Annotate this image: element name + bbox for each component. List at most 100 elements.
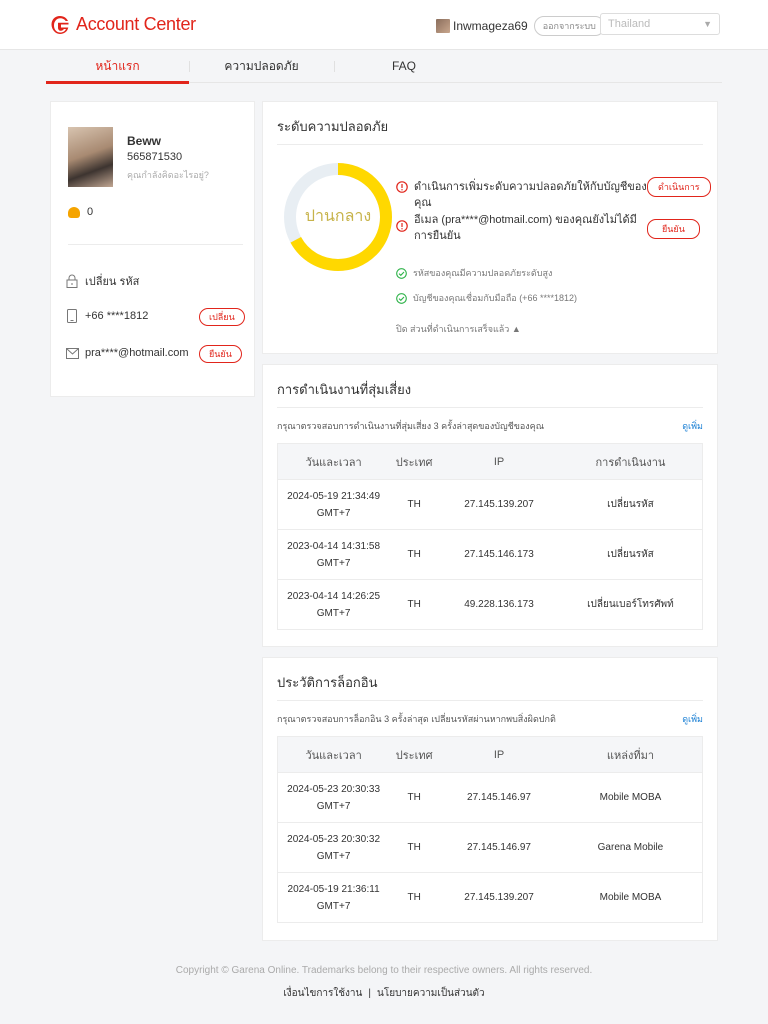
completed-item: บัญชีของคุณเชื่อมกับมือถือ (+66 ****1812… xyxy=(396,291,577,305)
region-select[interactable]: Thailand ▼ xyxy=(600,13,720,35)
cell-timezone: GMT+7 xyxy=(316,507,351,519)
cell-action: เปลี่ยนรหัส xyxy=(558,479,703,530)
risky-operations-subtitle: กรุณาตรวจสอบการดำเนินงานที่สุ่มเสี่ยง 3 … xyxy=(277,421,545,431)
cell-date: 2024-05-23 20:30:32 xyxy=(287,833,381,845)
terms-link[interactable]: เงื่อนไขการใช้งาน xyxy=(283,988,362,999)
login-history-card: ประวัติการล็อกอิน กรุณาตรวจสอบการล็อกอิน… xyxy=(262,657,718,941)
lock-icon xyxy=(65,274,79,288)
login-history-more-link[interactable]: ดูเพิ่ม xyxy=(682,712,703,726)
shells-count: 0 xyxy=(87,206,94,218)
proceed-button[interactable]: ดำเนินการ xyxy=(647,177,711,197)
cell-date: 2024-05-23 20:30:33 xyxy=(287,783,381,795)
cell-date: 2023-04-14 14:26:25 xyxy=(287,590,381,602)
cell-country: TH xyxy=(389,479,440,530)
table-row: 2024-05-23 20:30:33 GMT+7 TH 27.145.146.9… xyxy=(277,772,703,823)
change-phone-button[interactable]: เปลี่ยน xyxy=(199,308,245,326)
completed-item: รหัสของคุณมีความปลอดภัยระดับสูง xyxy=(396,266,552,280)
verify-button[interactable]: ยืนยัน xyxy=(647,219,700,239)
phone-icon xyxy=(65,309,79,323)
cell-country: TH xyxy=(389,822,440,873)
brand-logo[interactable]: Account Center xyxy=(50,14,196,35)
cell-action: เปลี่ยนเบอร์โทรศัพท์ xyxy=(558,579,703,630)
footer-separator: | xyxy=(368,988,371,999)
user-avatar[interactable] xyxy=(436,19,450,33)
tab-security[interactable]: ความปลอดภัย xyxy=(189,50,334,83)
profile-status-prompt[interactable]: คุณกำลังคิดอะไรอยู่? xyxy=(127,168,209,182)
cell-timezone: GMT+7 xyxy=(316,800,351,812)
cell-datetime: 2024-05-23 20:30:32 GMT+7 xyxy=(277,822,390,873)
change-password-link[interactable]: เปลี่ยน รหัส xyxy=(65,272,139,290)
cell-country: TH xyxy=(389,872,440,923)
cell-source: Mobile MOBA xyxy=(558,872,703,923)
risky-operations-table: วันและเวลา ประเทศ IP การดำเนินงาน 2024-0… xyxy=(277,443,703,630)
verify-email-button[interactable]: ยืนยัน xyxy=(199,345,242,363)
login-history-table: วันและเวลา ประเทศ IP แหล่งที่มา 2024-05-… xyxy=(277,736,703,923)
column-header: การดำเนินงาน xyxy=(558,443,703,480)
garena-logo-icon xyxy=(51,15,69,34)
cell-date: 2024-05-19 21:34:49 xyxy=(287,490,381,502)
shell-icon xyxy=(68,206,80,218)
warning-item: อีเมล (pra****@hotmail.com) ของคุณยังไม่… xyxy=(396,212,640,244)
cell-datetime: 2024-05-23 20:30:33 GMT+7 xyxy=(277,772,390,823)
card-divider xyxy=(277,144,703,145)
cell-country: TH xyxy=(389,579,440,630)
warning-icon xyxy=(396,181,408,193)
cell-timezone: GMT+7 xyxy=(316,607,351,619)
table-row: 2024-05-19 21:34:49 GMT+7 TH 27.145.139.2… xyxy=(277,479,703,530)
cell-timezone: GMT+7 xyxy=(316,900,351,912)
table-row: 2023-04-14 14:26:25 GMT+7 TH 49.228.136.1… xyxy=(277,579,703,630)
warning-text: อีเมล (pra****@hotmail.com) ของคุณยังไม่… xyxy=(414,214,637,242)
cell-timezone: GMT+7 xyxy=(316,557,351,569)
completed-text: รหัสของคุณมีความปลอดภัยระดับสูง xyxy=(413,268,553,278)
cell-country: TH xyxy=(389,772,440,823)
region-value: Thailand xyxy=(608,18,651,30)
card-divider xyxy=(277,407,703,408)
phone-number: +66 ****1812 xyxy=(85,310,149,322)
profile-avatar[interactable] xyxy=(68,127,113,187)
column-header: IP xyxy=(439,443,559,480)
cell-datetime: 2023-04-14 14:31:58 GMT+7 xyxy=(277,529,390,580)
column-header: วันและเวลา xyxy=(277,443,390,480)
cell-source: Mobile MOBA xyxy=(558,772,703,823)
cell-date: 2023-04-14 14:31:58 xyxy=(287,540,381,552)
cell-country: TH xyxy=(389,529,440,580)
cell-datetime: 2023-04-14 14:26:25 GMT+7 xyxy=(277,579,390,630)
table-header-row: วันและเวลา ประเทศ IP แหล่งที่มา xyxy=(277,736,703,773)
check-circle-icon xyxy=(396,292,407,304)
collapse-completed-toggle[interactable]: ปิด ส่วนที่ดำเนินการเสร็จแล้ว ▲ xyxy=(396,322,521,336)
top-header: Account Center Inwmageza69 ออกจากระบบ Th… xyxy=(0,0,768,50)
cell-datetime: 2024-05-19 21:34:49 GMT+7 xyxy=(277,479,390,530)
email-address: pra****@hotmail.com xyxy=(85,347,189,359)
cell-ip: 27.145.146.97 xyxy=(439,772,559,823)
tab-faq[interactable]: FAQ xyxy=(334,50,474,83)
login-history-subtitle: กรุณาตรวจสอบการล็อกอิน 3 ครั้งล่าสุด เปล… xyxy=(277,714,556,724)
cell-ip: 27.145.139.207 xyxy=(439,872,559,923)
cell-ip: 27.145.139.207 xyxy=(439,479,559,530)
cell-source: Garena Mobile xyxy=(558,822,703,873)
username[interactable]: Inwmageza69 xyxy=(453,19,528,33)
cell-ip: 49.228.136.173 xyxy=(439,579,559,630)
cell-action: เปลี่ยนรหัส xyxy=(558,529,703,580)
risky-operations-title: การดำเนินงานที่สุ่มเสี่ยง xyxy=(277,382,412,397)
table-row: 2023-04-14 14:31:58 GMT+7 TH 27.145.146.1… xyxy=(277,529,703,580)
risky-operations-more-link[interactable]: ดูเพิ่ม xyxy=(682,419,703,433)
completed-text: บัญชีของคุณเชื่อมกับมือถือ (+66 ****1812… xyxy=(413,293,577,303)
column-header: IP xyxy=(439,736,559,773)
mail-icon xyxy=(65,346,79,360)
security-level-label: ปานกลาง xyxy=(304,208,372,225)
column-header: วันและเวลา xyxy=(277,736,390,773)
shells-balance: 0 xyxy=(68,206,93,218)
security-level-card: ระดับความปลอดภัย ปานกลาง ดำเนินการเพิ่มร… xyxy=(262,101,718,354)
logout-button[interactable]: ออกจากระบบ xyxy=(533,16,605,36)
check-circle-icon xyxy=(396,267,407,279)
profile-id: 565871530 xyxy=(127,151,183,163)
profile-card: Beww 565871530 คุณกำลังคิดอะไรอยู่? 0 เป… xyxy=(50,101,255,397)
risky-operations-card: การดำเนินงานที่สุ่มเสี่ยง กรุณาตรวจสอบกา… xyxy=(262,364,718,647)
login-history-title: ประวัติการล็อกอิน xyxy=(277,675,378,690)
main-tabs: หน้าแรก ความปลอดภัย FAQ xyxy=(46,50,722,84)
tab-home[interactable]: หน้าแรก xyxy=(46,50,189,84)
column-header: ประเทศ xyxy=(389,736,440,773)
privacy-link[interactable]: นโยบายความเป็นส่วนตัว xyxy=(377,988,485,999)
phone-row: +66 ****1812 xyxy=(65,309,148,323)
cell-ip: 27.145.146.97 xyxy=(439,822,559,873)
